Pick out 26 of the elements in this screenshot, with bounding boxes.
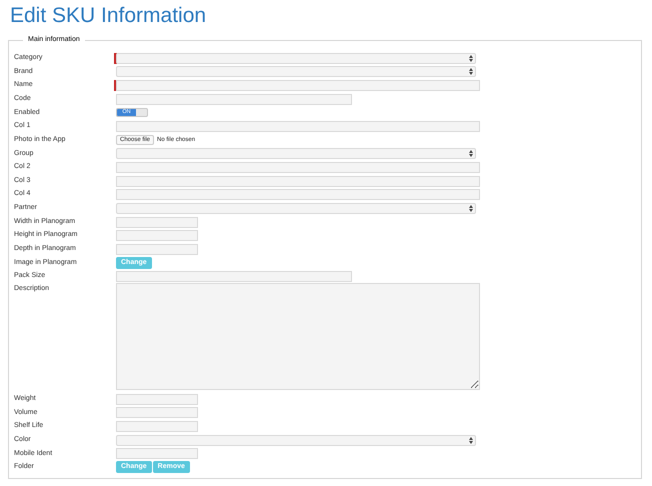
dropdown-arrows-icon (469, 204, 473, 212)
text-field[interactable] (116, 121, 480, 132)
dropdown-arrows-icon (469, 150, 473, 158)
text-field[interactable] (116, 448, 198, 460)
text-field[interactable] (116, 176, 480, 187)
select-field[interactable] (116, 52, 476, 64)
dropdown-arrows-icon (469, 54, 473, 62)
text-field[interactable] (116, 394, 198, 405)
text-field[interactable] (116, 80, 480, 92)
select-field[interactable] (116, 148, 476, 160)
text-field[interactable] (116, 162, 480, 173)
text-field[interactable] (116, 271, 352, 282)
select-field[interactable] (116, 66, 476, 78)
text-field[interactable] (116, 420, 198, 432)
text-field[interactable] (116, 189, 480, 200)
dropdown-arrows-icon (469, 436, 473, 444)
select-field[interactable] (116, 202, 476, 214)
text-field[interactable] (116, 216, 198, 228)
text-field[interactable] (116, 230, 198, 242)
text-field[interactable] (116, 94, 352, 105)
page-title: Edit SKU Information (9, 3, 208, 29)
text-area[interactable] (116, 283, 480, 390)
dropdown-arrows-icon (469, 68, 473, 76)
text-field[interactable] (116, 244, 198, 255)
text-field[interactable] (116, 407, 198, 418)
select-field[interactable] (116, 434, 476, 446)
